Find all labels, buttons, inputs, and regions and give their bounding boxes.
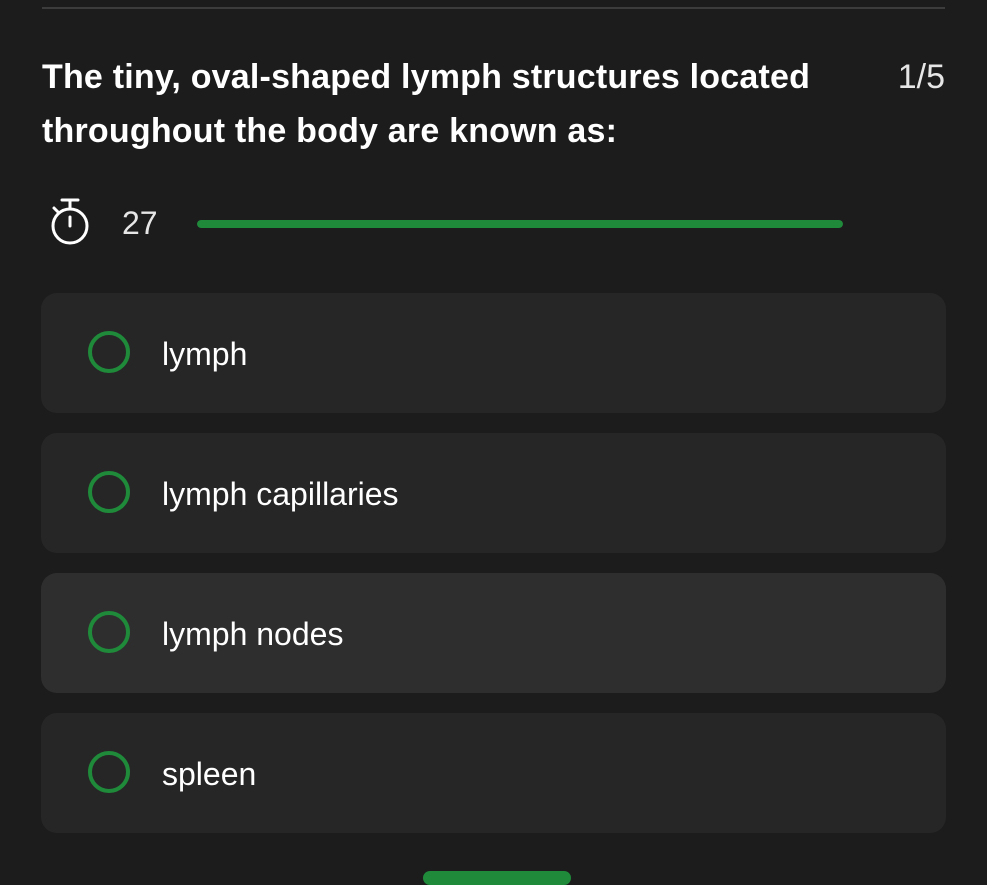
radio-circle-icon[interactable]: [88, 331, 130, 373]
answer-option-label: lymph capillaries: [162, 476, 399, 512]
timer-seconds: 27: [122, 205, 158, 241]
question-counter: 1/5: [897, 58, 945, 96]
timer-progress-fill: [197, 220, 843, 228]
question-header: The tiny, oval-shaped lymph structures l…: [42, 50, 945, 158]
timer-row: 27: [48, 196, 848, 252]
answer-option-label: lymph: [162, 336, 248, 372]
answer-option-label: lymph nodes: [162, 616, 344, 652]
answer-option[interactable]: spleen: [41, 713, 946, 833]
answer-option[interactable]: lymph: [41, 293, 946, 413]
stopwatch-icon: [51, 198, 89, 245]
answer-option[interactable]: lymph capillaries: [41, 433, 946, 553]
radio-circle-icon[interactable]: [88, 611, 130, 653]
timer-progress-bar: [197, 220, 843, 228]
top-divider: [42, 7, 945, 9]
answer-option-label: spleen: [162, 756, 257, 792]
answer-option[interactable]: lymph nodes: [41, 573, 946, 693]
radio-circle-icon[interactable]: [88, 751, 130, 793]
question-text: The tiny, oval-shaped lymph structures l…: [42, 58, 811, 150]
next-button[interactable]: [423, 871, 571, 885]
radio-circle-icon[interactable]: [88, 471, 130, 513]
answer-options: lymph lymph capillaries lymph nodes sple…: [41, 293, 946, 853]
